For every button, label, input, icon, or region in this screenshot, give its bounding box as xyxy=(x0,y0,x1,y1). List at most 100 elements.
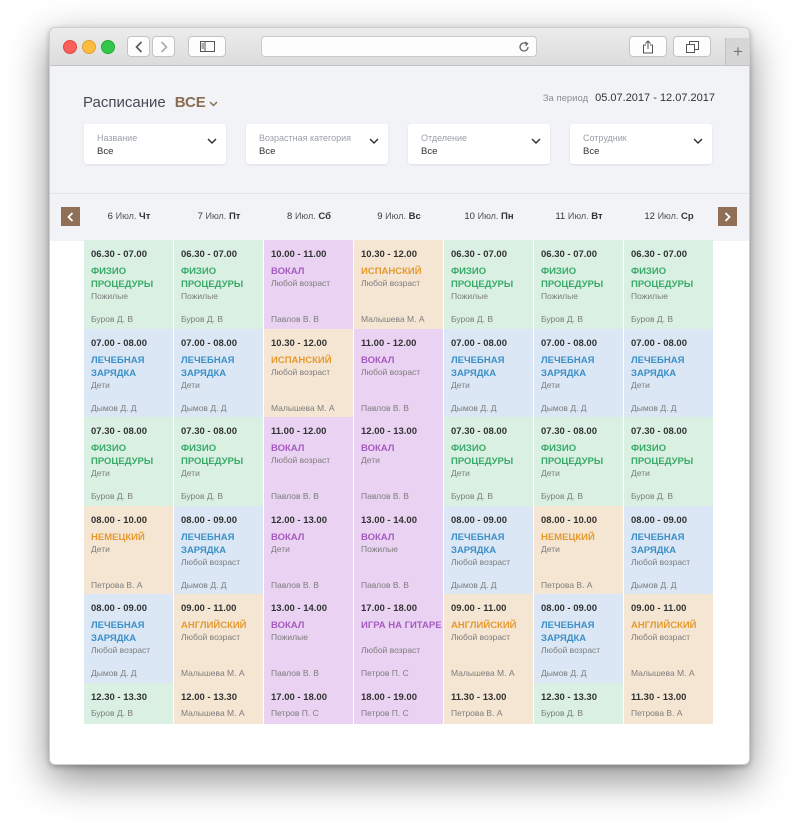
schedule-event[interactable]: 11.00 - 12.00 ВОКАЛ Любой возраст Павлов В.… xyxy=(264,417,353,506)
event-time: 18.00 - 19.00 xyxy=(361,692,417,703)
view-selector[interactable]: ВСЕ xyxy=(175,94,206,111)
schedule-event[interactable]: 08.00 - 10.00 НЕМЕЦКИЙ Дети Петрова В. А xyxy=(84,506,173,594)
schedule-event[interactable]: 10.30 - 12.00 ИСПАНСКИЙ Любой возраст Малыш… xyxy=(354,240,443,329)
period-value[interactable]: 05.07.2017 - 12.07.2017 xyxy=(595,92,715,104)
schedule-event[interactable]: 09.00 - 11.00 АНГЛИЙСКИЙ Любой возраст Малы… xyxy=(624,594,713,683)
minimize-window-button[interactable] xyxy=(82,40,96,54)
schedule-event[interactable]: 10.30 - 12.00 ИСПАНСКИЙ Любой возраст Малыш… xyxy=(264,329,353,417)
schedule-event[interactable]: 07.00 - 08.00 ЛЕЧЕБНАЯ ЗАРЯДКА Дети Дымов Д… xyxy=(174,329,263,417)
event-time: 10.30 - 12.00 xyxy=(361,249,417,260)
tabs-button[interactable] xyxy=(673,36,711,57)
event-age-group: Любой возраст xyxy=(271,367,331,377)
filter-employee[interactable]: Сотрудник Все xyxy=(570,124,712,164)
schedule-event[interactable]: 12.00 - 13.30 Малышева М. А xyxy=(174,683,263,724)
chevron-down-icon xyxy=(369,138,379,145)
schedule-event[interactable]: 08.00 - 09.00 ЛЕЧЕБНАЯ ЗАРЯДКА Любой возра… xyxy=(174,506,263,594)
schedule-event[interactable]: 10.00 - 11.00 ВОКАЛ Любой возраст Павлов В.… xyxy=(264,240,353,329)
chevron-down-icon[interactable] xyxy=(209,101,218,107)
event-teacher: Дымов Д. Д xyxy=(541,403,587,413)
schedule-event[interactable]: 12.00 - 13.00 ВОКАЛ Дети Павлов В. В xyxy=(264,506,353,594)
schedule-event[interactable]: 07.30 - 08.00 ФИЗИО ПРОЦЕДУРЫ Дети Буров Д.… xyxy=(84,417,173,506)
filter-age-category[interactable]: Возрастная категория Все xyxy=(246,124,388,164)
schedule-event[interactable]: 06.30 - 07.00 ФИЗИО ПРОЦЕДУРЫ Пожилые Буров… xyxy=(624,240,713,329)
schedule-event[interactable]: 06.30 - 07.00 ФИЗИО ПРОЦЕДУРЫ Пожилые Буров… xyxy=(84,240,173,329)
event-time: 06.30 - 07.00 xyxy=(181,249,237,260)
event-teacher: Буров Д. В xyxy=(91,708,134,718)
period-label: За период xyxy=(542,93,589,104)
event-teacher: Павлов В. В xyxy=(361,491,409,501)
filter-name[interactable]: Название Все xyxy=(84,124,226,164)
event-age-group: Дети xyxy=(361,455,380,465)
zoom-window-button[interactable] xyxy=(101,40,115,54)
schedule-event[interactable]: 18.00 - 19.00 Петров П. С xyxy=(354,683,443,724)
schedule-event[interactable]: 11.30 - 13.00 Петрова В. А xyxy=(444,683,533,724)
event-time: 17.00 - 18.00 xyxy=(271,692,327,703)
schedule-event[interactable]: 09.00 - 11.00 АНГЛИЙСКИЙ Любой возраст Малы… xyxy=(174,594,263,683)
schedule-event[interactable]: 12.30 - 13.30 Буров Д. В xyxy=(534,683,623,724)
schedule-event[interactable]: 11.00 - 12.00 ВОКАЛ Любой возраст Павлов В.… xyxy=(354,329,443,417)
schedule-event[interactable]: 06.30 - 07.00 ФИЗИО ПРОЦЕДУРЫ Пожилые Буров… xyxy=(174,240,263,329)
schedule-event[interactable]: 07.00 - 08.00 ЛЕЧЕБНАЯ ЗАРЯДКА Дети Дымов Д… xyxy=(444,329,533,417)
sidebar-button[interactable] xyxy=(188,36,226,57)
schedule-event[interactable]: 08.00 - 09.00 ЛЕЧЕБНАЯ ЗАРЯДКА Любой возра… xyxy=(84,594,173,683)
schedule-event[interactable]: 08.00 - 10.00 НЕМЕЦКИЙ Дети Петрова В. А xyxy=(534,506,623,594)
event-teacher: Буров Д. В xyxy=(541,314,584,324)
event-name: ЛЕЧЕБНАЯ ЗАРЯДКА xyxy=(541,620,595,644)
event-time: 08.00 - 10.00 xyxy=(541,515,597,526)
event-teacher: Малышева М. А xyxy=(451,668,515,678)
schedule-event[interactable]: 08.00 - 09.00 ЛЕЧЕБНАЯ ЗАРЯДКА Любой возра… xyxy=(534,594,623,683)
schedule-event[interactable]: 07.00 - 08.00 ЛЕЧЕБНАЯ ЗАРЯДКА Дети Дымов Д… xyxy=(84,329,173,417)
event-teacher: Дымов Д. Д xyxy=(631,580,677,590)
schedule-event[interactable]: 13.00 - 14.00 ВОКАЛ Пожилые Павлов В. В xyxy=(354,506,443,594)
schedule-event[interactable]: 06.30 - 07.00 ФИЗИО ПРОЦЕДУРЫ Пожилые Буров… xyxy=(534,240,623,329)
day-header: 12 Июл. Ср xyxy=(624,211,714,222)
schedule-event[interactable]: 11.30 - 13.00 Петрова В. А xyxy=(624,683,713,724)
schedule-event[interactable]: 12.00 - 13.00 ВОКАЛ Дети Павлов В. В xyxy=(354,417,443,506)
schedule-event[interactable]: 07.30 - 08.00 ФИЗИО ПРОЦЕДУРЫ Дети Буров Д.… xyxy=(624,417,713,506)
event-teacher: Буров Д. В xyxy=(451,491,494,501)
schedule-event[interactable]: 07.00 - 08.00 ЛЕЧЕБНАЯ ЗАРЯДКА Дети Дымов Д… xyxy=(534,329,623,417)
next-week-button[interactable] xyxy=(718,207,737,226)
event-teacher: Павлов В. В xyxy=(271,580,319,590)
event-teacher: Дымов Д. Д xyxy=(181,580,227,590)
day-number: 7 xyxy=(197,211,203,222)
event-time: 12.00 - 13.00 xyxy=(361,426,417,437)
close-window-button[interactable] xyxy=(63,40,77,54)
event-age-group: Любой возраст xyxy=(361,278,421,288)
schedule-event[interactable]: 13.00 - 14.00 ВОКАЛ Пожилые Павлов В. В xyxy=(264,594,353,683)
new-tab-button[interactable]: + xyxy=(725,38,749,65)
event-name: ФИЗИО ПРОЦЕДУРЫ xyxy=(541,443,604,467)
event-age-group: Дети xyxy=(541,544,560,554)
event-teacher: Павлов В. В xyxy=(271,491,319,501)
event-time: 06.30 - 07.00 xyxy=(91,249,147,260)
day-month: Июл. xyxy=(657,211,679,221)
share-button[interactable] xyxy=(629,36,667,57)
filter-department[interactable]: Отделение Все xyxy=(408,124,550,164)
schedule-event[interactable]: 07.30 - 08.00 ФИЗИО ПРОЦЕДУРЫ Дети Буров Д.… xyxy=(444,417,533,506)
event-time: 07.00 - 08.00 xyxy=(91,338,147,349)
schedule-event[interactable]: 08.00 - 09.00 ЛЕЧЕБНАЯ ЗАРЯДКА Любой возра… xyxy=(444,506,533,594)
prev-week-button[interactable] xyxy=(61,207,80,226)
schedule-header: Расписание ВСЕ За период 05.07.2017 - 12.… xyxy=(50,66,749,193)
schedule-event[interactable]: 17.00 - 18.00 Петров П. С xyxy=(264,683,353,724)
schedule-event[interactable]: 12.30 - 13.30 Буров Д. В xyxy=(84,683,173,724)
schedule-event[interactable]: 07.00 - 08.00 ЛЕЧЕБНАЯ ЗАРЯДКА Дети Дымов Д… xyxy=(624,329,713,417)
event-time: 07.30 - 08.00 xyxy=(541,426,597,437)
back-button[interactable] xyxy=(127,36,150,57)
event-teacher: Павлов В. В xyxy=(271,314,319,324)
event-teacher: Дымов Д. Д xyxy=(631,403,677,413)
schedule-event[interactable]: 06.30 - 07.00 ФИЗИО ПРОЦЕДУРЫ Пожилые Буров… xyxy=(444,240,533,329)
event-name: АНГЛИЙСКИЙ xyxy=(631,620,697,631)
schedule-event[interactable]: 07.30 - 08.00 ФИЗИО ПРОЦЕДУРЫ Дети Буров Д.… xyxy=(174,417,263,506)
event-teacher: Буров Д. В xyxy=(541,708,584,718)
schedule-event[interactable]: 09.00 - 11.00 АНГЛИЙСКИЙ Любой возраст Малы… xyxy=(444,594,533,683)
event-time: 06.30 - 07.00 xyxy=(451,249,507,260)
reload-icon[interactable] xyxy=(518,41,530,53)
event-name: ВОКАЛ xyxy=(271,266,305,277)
event-age-group: Пожилые xyxy=(361,544,398,554)
schedule-event[interactable]: 08.00 - 09.00 ЛЕЧЕБНАЯ ЗАРЯДКА Любой возра… xyxy=(624,506,713,594)
schedule-event[interactable]: 07.30 - 08.00 ФИЗИО ПРОЦЕДУРЫ Дети Буров Д.… xyxy=(534,417,623,506)
schedule-event[interactable]: 17.00 - 18.00 ИГРА НА ГИТАРЕ Любой возраст… xyxy=(354,594,443,683)
address-bar[interactable] xyxy=(261,36,537,57)
forward-button[interactable] xyxy=(152,36,175,57)
